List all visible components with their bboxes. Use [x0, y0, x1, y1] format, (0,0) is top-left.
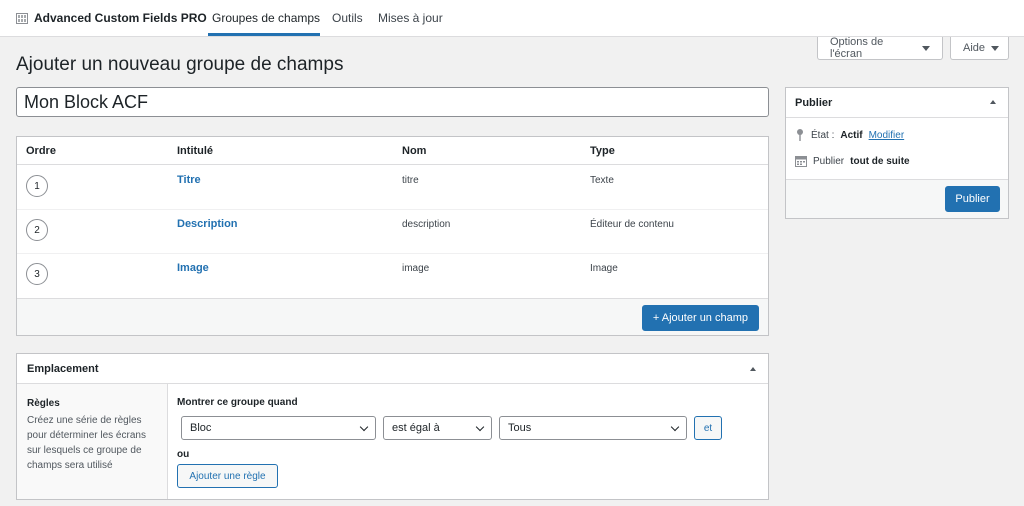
- order-handle[interactable]: 2: [26, 219, 48, 241]
- status-value: Actif: [840, 129, 863, 141]
- help-label: Aide: [963, 42, 986, 54]
- table-row[interactable]: 2 Description description Éditeur de con…: [17, 210, 768, 254]
- rule-param-select[interactable]: Bloc: [181, 416, 376, 440]
- pin-icon: [797, 129, 803, 141]
- and-button[interactable]: et: [694, 416, 722, 440]
- rule-operator-value: est égal à: [392, 422, 440, 434]
- caret-down-icon: [922, 45, 930, 51]
- chevron-down-icon: [670, 422, 680, 431]
- show-when-label: Montrer ce groupe quand: [177, 397, 298, 408]
- publish-title: Publier: [795, 97, 833, 109]
- field-label-link[interactable]: Titre: [177, 174, 201, 186]
- top-navigation: Advanced Custom Fields PRO Groupes de ch…: [0, 0, 1024, 37]
- brand-name: Advanced Custom Fields PRO: [34, 11, 207, 25]
- schedule-row: Publier tout de suite: [795, 155, 910, 167]
- table-row[interactable]: 1 Titre titre Texte: [17, 166, 768, 210]
- caret-down-icon: [991, 45, 1000, 51]
- field-name: description: [402, 219, 451, 230]
- location-title: Emplacement: [27, 363, 99, 375]
- header-name: Nom: [402, 145, 427, 157]
- rules-sidebar: Règles Créez une série de règles pour dé…: [17, 384, 168, 499]
- field-type: Texte: [590, 175, 614, 186]
- edit-status-link[interactable]: Modifier: [869, 130, 905, 141]
- add-rule-button[interactable]: Ajouter une règle: [177, 464, 278, 488]
- collapse-caret-icon[interactable]: [990, 100, 996, 104]
- rules-title: Règles: [27, 398, 60, 409]
- help-button[interactable]: Aide: [950, 37, 1009, 60]
- order-handle[interactable]: 1: [26, 175, 48, 197]
- header-label: Intitulé: [177, 145, 214, 157]
- fields-table: Ordre Intitulé Nom Type 1 Titre titre Te…: [16, 136, 769, 336]
- page-title: Ajouter un nouveau groupe de champs: [16, 54, 344, 75]
- or-label: ou: [177, 449, 190, 460]
- publish-box: Publier État : Actif Modifier Publier tout…: [785, 87, 1009, 219]
- tab-updates[interactable]: Mises à jour: [378, 11, 443, 25]
- location-header[interactable]: Emplacement: [17, 354, 768, 384]
- fields-table-footer: + Ajouter un champ: [17, 298, 768, 335]
- collapse-caret-icon[interactable]: [750, 367, 756, 371]
- table-row[interactable]: 3 Image image Image: [17, 254, 768, 298]
- add-field-button[interactable]: + Ajouter un champ: [641, 305, 759, 331]
- order-handle[interactable]: 3: [26, 263, 48, 285]
- rule-param-value: Bloc: [190, 422, 212, 434]
- rules-description: Créez une série de règles pour détermine…: [27, 415, 146, 471]
- rule-value-select[interactable]: Tous: [499, 416, 687, 440]
- location-box: Emplacement Règles Créez une série de rè…: [16, 353, 769, 500]
- schedule-label: Publier: [813, 155, 845, 167]
- status-row: État : Actif Modifier: [795, 128, 904, 142]
- screen-options-button[interactable]: Options de l'écran: [817, 36, 943, 60]
- header-order: Ordre: [26, 145, 56, 157]
- field-name: titre: [402, 175, 419, 186]
- header-type: Type: [590, 145, 615, 157]
- active-tab-indicator: [208, 33, 320, 36]
- tab-field-groups[interactable]: Groupes de champs: [212, 11, 320, 25]
- rule-operator-select[interactable]: est égal à: [383, 416, 492, 440]
- publish-button[interactable]: Publier: [945, 186, 1000, 212]
- field-name: image: [402, 263, 430, 274]
- field-type: Image: [590, 263, 618, 274]
- acf-logo-icon: [16, 12, 28, 24]
- chevron-down-icon: [359, 422, 369, 431]
- field-label-link[interactable]: Description: [177, 218, 238, 230]
- brand: Advanced Custom Fields PRO: [16, 11, 207, 25]
- publish-footer: Publier: [786, 179, 1008, 218]
- field-type: Éditeur de contenu: [590, 219, 674, 230]
- rule-value-value: Tous: [508, 422, 532, 434]
- status-label: État :: [811, 129, 835, 141]
- schedule-value: tout de suite: [850, 155, 910, 167]
- group-title-input[interactable]: Mon Block ACF: [16, 87, 769, 117]
- chevron-down-icon: [475, 422, 485, 431]
- field-label-link[interactable]: Image: [177, 262, 209, 274]
- fields-table-header: Ordre Intitulé Nom Type: [17, 137, 768, 165]
- publish-header[interactable]: Publier: [786, 88, 1008, 118]
- screen-options-label: Options de l'écran: [830, 36, 884, 60]
- tab-tools[interactable]: Outils: [332, 11, 363, 25]
- calendar-icon: [795, 156, 807, 167]
